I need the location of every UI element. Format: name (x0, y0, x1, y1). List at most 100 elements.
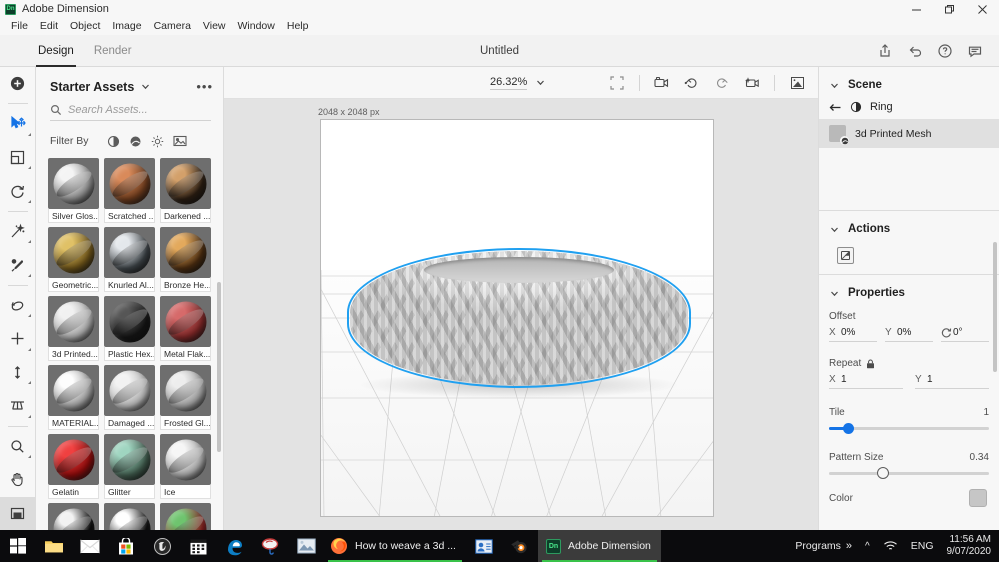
camera-new-icon[interactable] (737, 70, 767, 96)
chevron-down-icon[interactable] (829, 80, 840, 91)
properties-scrollbar[interactable] (993, 242, 997, 372)
windows-start-icon[interactable] (0, 530, 36, 562)
edge-icon[interactable] (216, 530, 252, 562)
taskbar-active-app[interactable]: Dn Adobe Dimension (538, 530, 661, 562)
orbit-icon[interactable] (0, 289, 36, 322)
tab-render[interactable]: Render (84, 35, 142, 67)
breadcrumb[interactable]: Ring (819, 97, 999, 119)
file-explorer-icon[interactable] (36, 530, 72, 562)
camera-orbit-left-icon[interactable] (677, 70, 707, 96)
menu-image[interactable]: Image (106, 19, 147, 34)
chevron-down-icon[interactable] (829, 224, 840, 235)
menu-camera[interactable]: Camera (148, 19, 197, 34)
menu-edit[interactable]: Edit (34, 19, 64, 34)
close-button[interactable] (966, 0, 999, 18)
assets-more-button[interactable]: ••• (196, 79, 213, 94)
chevron-down-icon[interactable] (535, 77, 546, 88)
models-filter-icon[interactable] (103, 133, 125, 149)
share-icon[interactable] (877, 43, 893, 59)
material-tile[interactable]: Glitter (104, 434, 155, 499)
material-tile[interactable]: 3d Printed... (48, 296, 99, 361)
photos-icon[interactable] (288, 530, 324, 562)
fit-selection-icon[interactable] (602, 70, 632, 96)
minimize-button[interactable] (900, 0, 933, 18)
paint-icon[interactable] (252, 530, 288, 562)
material-tile[interactable] (160, 503, 211, 530)
microsoft-store-icon[interactable] (108, 530, 144, 562)
layer-item-3d-printed-mesh[interactable]: 3d Printed Mesh (819, 119, 999, 148)
offset-y-field[interactable]: Y 0% (885, 327, 933, 342)
unreal-engine-icon[interactable] (144, 530, 180, 562)
material-tile[interactable]: Scratched ... (104, 158, 155, 223)
offset-x-field[interactable]: X 0% (829, 327, 877, 342)
menu-view[interactable]: View (197, 19, 232, 34)
render-preview-quality-icon[interactable] (782, 70, 812, 96)
wifi-icon[interactable] (883, 540, 898, 552)
repeat-x-value[interactable]: 1 (841, 374, 847, 385)
calendar-icon[interactable] (180, 530, 216, 562)
scale-icon[interactable] (0, 141, 36, 174)
help-icon[interactable] (937, 43, 953, 59)
clock[interactable]: 11:56 AM 9/07/2020 (947, 534, 992, 558)
lock-icon[interactable] (866, 359, 875, 369)
scene-section-header[interactable]: Scene (819, 67, 999, 97)
properties-section-header[interactable]: Properties (819, 275, 999, 305)
offset-x-value[interactable]: 0% (841, 327, 855, 338)
taskbar-firefox-window[interactable]: How to weave a 3d ... (324, 530, 466, 562)
assets-search[interactable]: Search Assets... (50, 104, 211, 121)
material-tile[interactable] (104, 503, 155, 530)
lights-filter-icon[interactable] (147, 133, 169, 149)
material-tile[interactable]: Ice (160, 434, 211, 499)
zoom-icon[interactable] (0, 430, 36, 463)
artboard[interactable] (320, 119, 714, 517)
material-tile[interactable]: Bronze He... (160, 227, 211, 292)
viewport-canvas[interactable]: 2048 x 2048 px (224, 99, 818, 530)
render-preview-icon[interactable] (0, 497, 36, 530)
materials-filter-icon[interactable] (125, 133, 147, 149)
offset-rotation-field[interactable]: 0° (941, 327, 989, 342)
assets-scrollbar[interactable] (217, 282, 221, 452)
tile-slider[interactable] (829, 427, 989, 430)
search-input[interactable]: Search Assets... (68, 104, 148, 116)
material-tile[interactable]: Metal Flak... (160, 296, 211, 361)
comment-icon[interactable] (967, 43, 983, 59)
mail-icon[interactable] (72, 530, 108, 562)
material-tile[interactable]: Darkened ... (160, 158, 211, 223)
rotate-icon[interactable] (0, 174, 36, 207)
camera-orbit-right-icon[interactable] (707, 70, 737, 96)
slide-icon[interactable] (0, 356, 36, 389)
tab-design[interactable]: Design (28, 35, 84, 67)
chevron-up-icon[interactable]: ^ (865, 541, 870, 552)
restore-button[interactable] (933, 0, 966, 18)
material-tile[interactable]: Frosted Gl... (160, 365, 211, 430)
repeat-y-field[interactable]: Y 1 (915, 374, 989, 389)
undo-icon[interactable] (907, 43, 923, 59)
pattern-size-slider-knob[interactable] (877, 467, 889, 479)
menu-file[interactable]: File (5, 19, 34, 34)
ring-object[interactable] (347, 248, 691, 388)
tray-overflow-icon[interactable]: » (846, 540, 852, 552)
menu-window[interactable]: Window (232, 19, 281, 34)
tile-slider-knob[interactable] (843, 423, 854, 434)
select-move-icon[interactable] (0, 107, 36, 140)
repeat-x-field[interactable]: X 1 (829, 374, 903, 389)
zoom-level-value[interactable]: 26.32% (490, 76, 527, 90)
add-content-icon[interactable] (0, 67, 36, 100)
actions-section-header[interactable]: Actions (819, 211, 999, 241)
tile-value[interactable]: 1 (983, 407, 989, 418)
menu-help[interactable]: Help (281, 19, 315, 34)
offset-y-value[interactable]: 0% (897, 327, 911, 338)
hand-icon[interactable] (0, 463, 36, 496)
horizon-icon[interactable] (0, 389, 36, 422)
images-filter-icon[interactable] (169, 133, 191, 149)
contacts-icon[interactable] (466, 530, 502, 562)
material-tile[interactable]: MATERIAL... (48, 365, 99, 430)
magic-wand-icon[interactable] (0, 215, 36, 248)
color-swatch[interactable] (969, 489, 987, 507)
material-tile[interactable]: Knurled Al... (104, 227, 155, 292)
move-target-icon[interactable] (0, 322, 36, 355)
material-tile[interactable]: Geometric... (48, 227, 99, 292)
export-action-icon[interactable] (837, 247, 854, 264)
offset-rotation-value[interactable]: 0° (953, 327, 963, 338)
material-tile[interactable]: Gelatin (48, 434, 99, 499)
